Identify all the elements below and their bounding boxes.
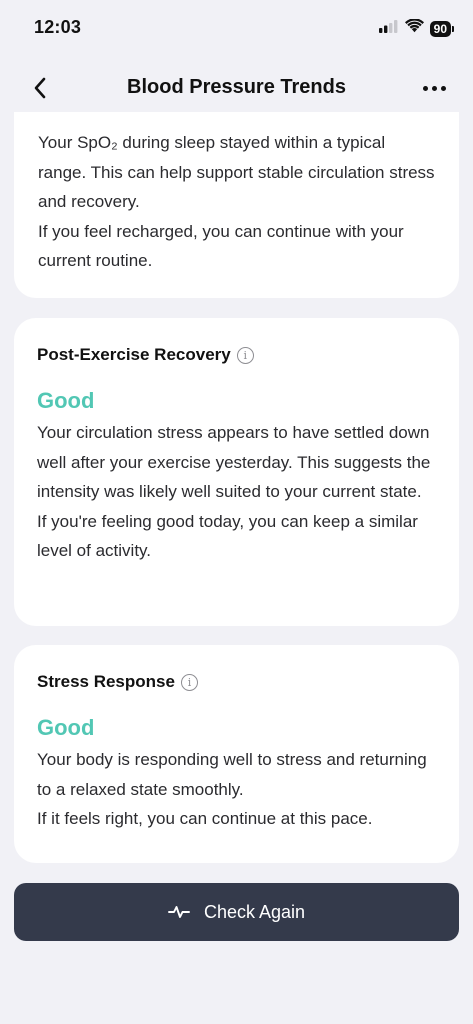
page-title: Blood Pressure Trends <box>127 76 346 98</box>
card-paragraph: If it feels right, you can continue at t… <box>37 809 373 829</box>
more-horizontal-icon-dot <box>440 85 446 91</box>
status-bar: 12:03 90 <box>0 0 473 56</box>
card-paragraph: If you're feeling good today, you can ke… <box>37 511 418 561</box>
card-title: Stress Response <box>37 672 175 691</box>
card-title: Post-Exercise Recovery <box>37 345 231 364</box>
post-exercise-recovery-card: Post-Exercise Recovery i Good Your circu… <box>14 318 459 626</box>
status-icons: 90 <box>378 18 455 38</box>
signal-icon <box>378 19 399 38</box>
pulse-icon <box>168 904 190 920</box>
card-body: Your body is responding well to stress a… <box>14 743 459 834</box>
card-body: Your SpO₂ during sleep stayed within a t… <box>14 112 459 276</box>
check-again-label: Check Again <box>203 901 306 922</box>
info-icon[interactable]: i <box>236 346 254 364</box>
more-options-button[interactable] <box>419 74 449 102</box>
info-icon[interactable]: i <box>180 673 198 691</box>
more-horizontal-icon-dot <box>431 85 437 91</box>
more-horizontal-icon-dot <box>422 85 428 91</box>
card-paragraph: Your SpO₂ during sleep stayed within a t… <box>38 133 435 212</box>
battery-icon: 90 <box>429 20 455 37</box>
check-again-button[interactable]: Check Again <box>14 883 459 941</box>
navigation-bar: Blood Pressure Trends <box>0 64 473 112</box>
card-header: Stress Response i <box>14 645 459 693</box>
wifi-icon <box>404 18 424 38</box>
card-body: Your circulation stress appears to have … <box>14 416 459 566</box>
stress-response-card: Stress Response i Good Your body is resp… <box>14 645 459 863</box>
status-time: 12:03 <box>34 17 82 37</box>
spo2-summary-card: Your SpO₂ during sleep stayed within a t… <box>14 112 459 298</box>
status-label: Good <box>37 715 95 740</box>
card-paragraph: If you feel recharged, you can continue … <box>38 221 404 271</box>
card-paragraph: Your circulation stress appears to have … <box>37 423 431 502</box>
status-label: Good <box>37 388 95 413</box>
card-header: Post-Exercise Recovery i <box>14 318 459 366</box>
card-paragraph: Your body is responding well to stress a… <box>37 750 427 799</box>
